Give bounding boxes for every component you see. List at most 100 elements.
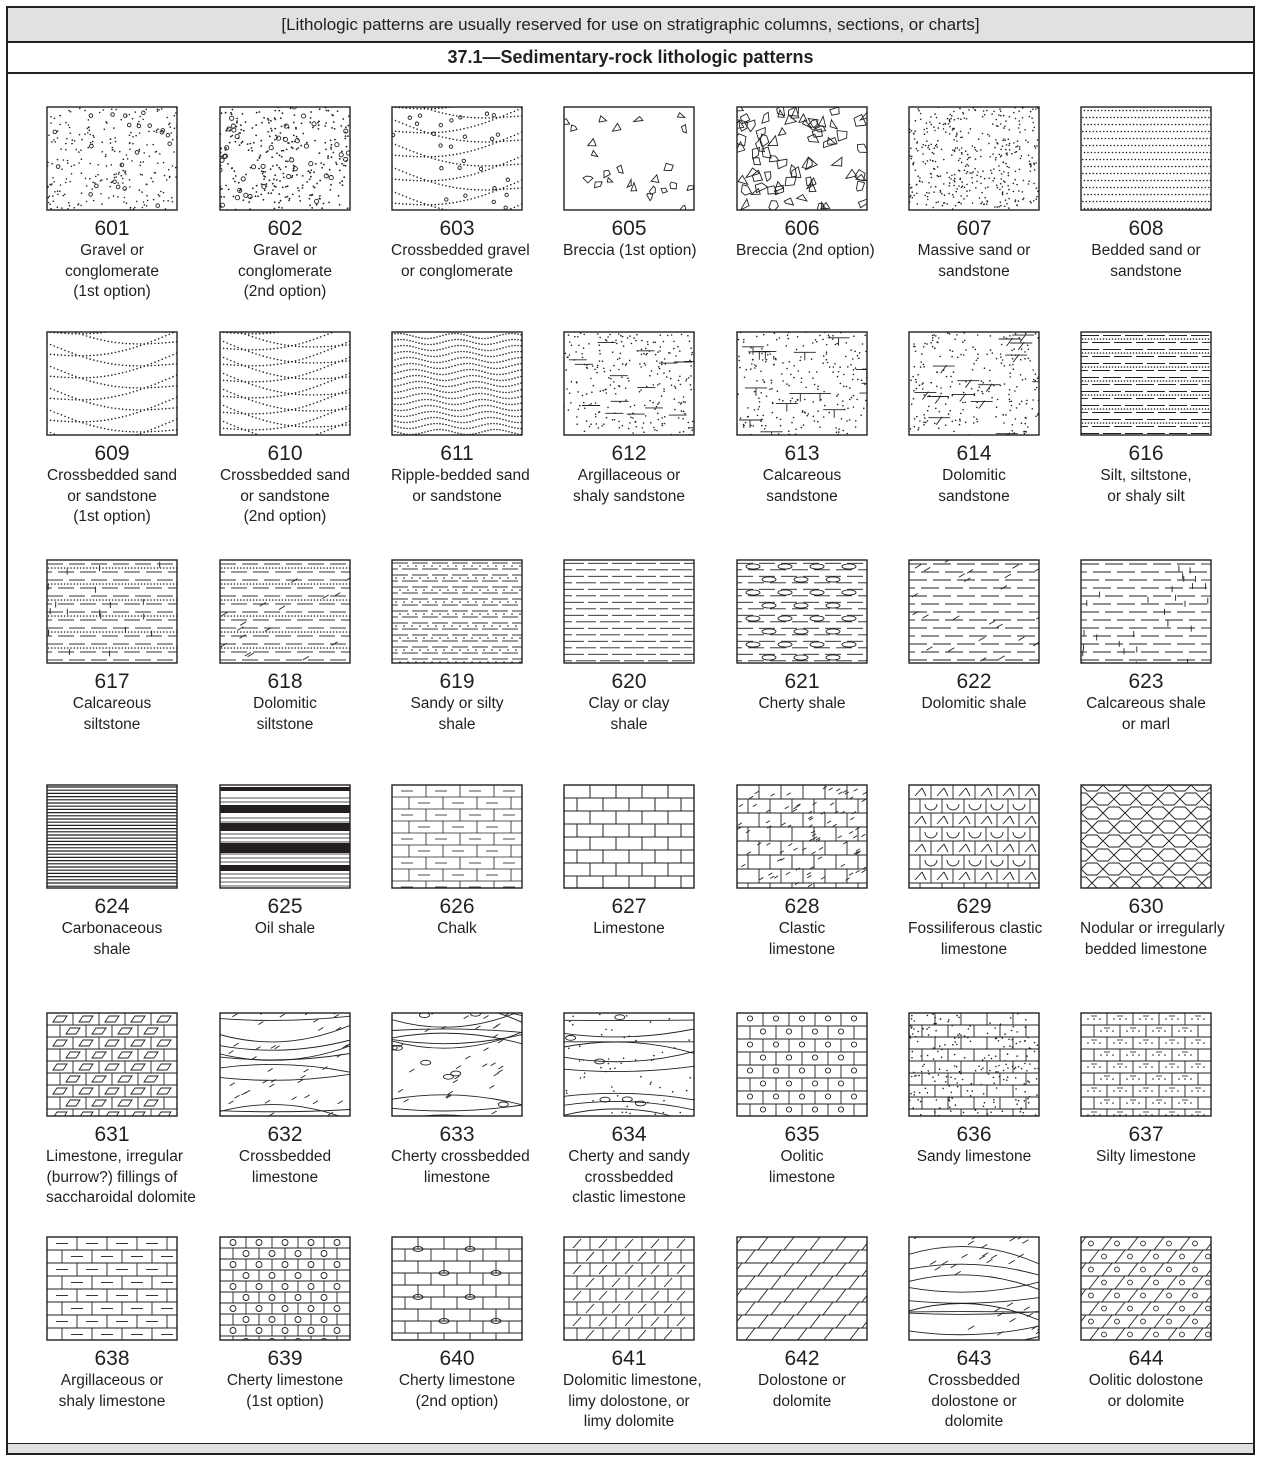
pattern-label-line: shaly limestone bbox=[58, 1392, 166, 1410]
pattern-label-line: limestone bbox=[423, 1168, 491, 1186]
pattern-code: 618 bbox=[267, 670, 303, 693]
pattern-code: 633 bbox=[439, 1123, 475, 1146]
pattern-code: 613 bbox=[784, 442, 820, 465]
pattern-618: 618 Dolomitic siltstone bbox=[219, 559, 351, 735]
pattern-label-line: Clay or clay bbox=[588, 695, 670, 712]
pattern-code: 625 bbox=[267, 895, 303, 918]
oil-shale-swatch bbox=[219, 784, 351, 889]
gravel-2-swatch bbox=[219, 106, 351, 211]
pattern-624: 624 Carbonaceous shale bbox=[46, 784, 178, 960]
pattern-label-line: shaly sandstone bbox=[572, 487, 686, 505]
pattern-633: 633 Cherty crossbedded limestone bbox=[391, 1012, 530, 1188]
pattern-634: 634 Cherty and sandy crossbedded clastic li… bbox=[563, 1012, 695, 1209]
pattern-label-line: Crossbedded gravel bbox=[391, 242, 530, 259]
pattern-610: 610 Crossbedded sand or sandstone (2nd opti… bbox=[219, 331, 351, 528]
carbonaceous-shale-swatch bbox=[46, 784, 178, 889]
pattern-code: 629 bbox=[956, 895, 992, 918]
pattern-label-line: Breccia (1st option) bbox=[563, 242, 697, 259]
usage-note: [Lithologic patterns are usually reserve… bbox=[8, 8, 1253, 43]
pattern-code: 641 bbox=[611, 1347, 647, 1370]
pattern-627: 627 Limestone bbox=[563, 784, 695, 940]
pattern-label-line: saccharoidal dolomite bbox=[46, 1189, 196, 1206]
pattern-label-line: siltstone bbox=[256, 715, 314, 733]
sandy-shale-swatch bbox=[391, 559, 523, 664]
cherty-crossbedded-limestone-swatch bbox=[391, 1012, 523, 1117]
pattern-label-line: crossbedded bbox=[584, 1168, 674, 1186]
pattern-code: 607 bbox=[956, 217, 992, 240]
pattern-label-line: or sandstone bbox=[67, 487, 157, 505]
pattern-label-line: limestone bbox=[940, 940, 1008, 958]
pattern-label-line: Bedded sand or bbox=[1091, 242, 1201, 259]
pattern-label-line: Cherty shale bbox=[758, 695, 846, 712]
pattern-label-line: Crossbedded bbox=[927, 1372, 1021, 1389]
cherty-limestone-1-swatch bbox=[219, 1236, 351, 1341]
dolomitic-limestone-swatch bbox=[563, 1236, 695, 1341]
pattern-623: 623 Calcareous shale or marl bbox=[1080, 559, 1212, 735]
pattern-code: 619 bbox=[439, 670, 475, 693]
pattern-635: 635 Oolitic limestone bbox=[736, 1012, 868, 1188]
pattern-code: 603 bbox=[439, 217, 475, 240]
pattern-626: 626 Chalk bbox=[391, 784, 523, 940]
pattern-label-line: shale bbox=[438, 715, 476, 733]
pattern-619: 619 Sandy or silty shale bbox=[391, 559, 523, 735]
ripple-sand-swatch bbox=[391, 331, 523, 436]
pattern-label-line: (2nd option) bbox=[415, 1392, 499, 1410]
pattern-code: 609 bbox=[94, 442, 130, 465]
pattern-code: 623 bbox=[1128, 670, 1164, 693]
pattern-label-line: (1st option) bbox=[73, 283, 151, 300]
pattern-code: 635 bbox=[784, 1123, 820, 1146]
pattern-label-line: shale bbox=[93, 940, 131, 958]
pattern-611: 611 Ripple-bedded sand or sandstone bbox=[391, 331, 530, 507]
pattern-code: 639 bbox=[267, 1347, 303, 1370]
pattern-label-line: bedded limestone bbox=[1084, 940, 1208, 958]
pattern-label-line: Argillaceous or bbox=[60, 1372, 164, 1389]
pattern-code: 610 bbox=[267, 442, 303, 465]
pattern-609: 609 Crossbedded sand or sandstone (1st opti… bbox=[46, 331, 178, 528]
silt-swatch bbox=[1080, 331, 1212, 436]
pattern-638: 638 Argillaceous or shaly limestone bbox=[46, 1236, 178, 1412]
pattern-620: 620 Clay or clay shale bbox=[563, 559, 695, 735]
pattern-code: 634 bbox=[611, 1123, 647, 1146]
fossiliferous-limestone-swatch bbox=[908, 784, 1040, 889]
cherty-limestone-2-swatch bbox=[391, 1236, 523, 1341]
pattern-641: 641 Dolomitic limestone, limy dolostone, o… bbox=[563, 1236, 702, 1433]
pattern-608: 608 Bedded sand or sandstone bbox=[1080, 106, 1212, 282]
dolomitic-sandstone-swatch bbox=[908, 331, 1040, 436]
pattern-label-line: Cherty and sandy bbox=[568, 1148, 690, 1165]
pattern-label-line: Calcareous bbox=[762, 467, 842, 484]
pattern-625: 625 Oil shale bbox=[219, 784, 351, 940]
pattern-label-line: Massive sand or bbox=[917, 242, 1031, 259]
pattern-code: 624 bbox=[94, 895, 130, 918]
pattern-label-line: Ripple-bedded sand bbox=[391, 467, 530, 484]
argillaceous-sandstone-swatch bbox=[563, 331, 695, 436]
pattern-code: 630 bbox=[1128, 895, 1164, 918]
pattern-label-line: Silt, siltstone, bbox=[1100, 467, 1192, 484]
pattern-code: 611 bbox=[440, 442, 474, 465]
pattern-label-line: Crossbedded sand bbox=[219, 467, 351, 484]
pattern-621: 621 Cherty shale bbox=[736, 559, 868, 715]
chalk-swatch bbox=[391, 784, 523, 889]
pattern-code: 601 bbox=[94, 217, 130, 240]
pattern-label-line: limestone bbox=[251, 1168, 319, 1186]
pattern-640: 640 Cherty limestone (2nd option) bbox=[391, 1236, 523, 1412]
pattern-label-line: Dolomitic shale bbox=[921, 695, 1027, 712]
pattern-label-line: Oil shale bbox=[254, 920, 316, 937]
crossbedded-dolostone-swatch bbox=[908, 1236, 1040, 1341]
pattern-label-line: dolomite bbox=[772, 1392, 832, 1410]
pattern-code: 605 bbox=[611, 217, 647, 240]
pattern-label-line: Oolitic dolostone bbox=[1088, 1372, 1204, 1389]
bedded-sand-swatch bbox=[1080, 106, 1212, 211]
pattern-label-line: siltstone bbox=[83, 715, 141, 733]
pattern-label-line: Nodular or irregularly bbox=[1080, 920, 1225, 937]
clastic-limestone-swatch bbox=[736, 784, 868, 889]
pattern-label-line: or dolomite bbox=[1107, 1392, 1185, 1410]
pattern-label-line: or sandstone bbox=[240, 487, 330, 505]
pattern-label-line: limestone bbox=[768, 1168, 836, 1186]
pattern-label-line: Dolomitic bbox=[253, 695, 317, 712]
limestone-swatch bbox=[563, 784, 695, 889]
pattern-label-line: sandstone bbox=[766, 487, 838, 505]
pattern-605: 605 Breccia (1st option) bbox=[563, 106, 697, 262]
crossbedded-gravel-swatch bbox=[391, 106, 523, 211]
massive-sand-swatch bbox=[908, 106, 1040, 211]
pattern-label-line: Sandy or silty bbox=[410, 695, 504, 712]
